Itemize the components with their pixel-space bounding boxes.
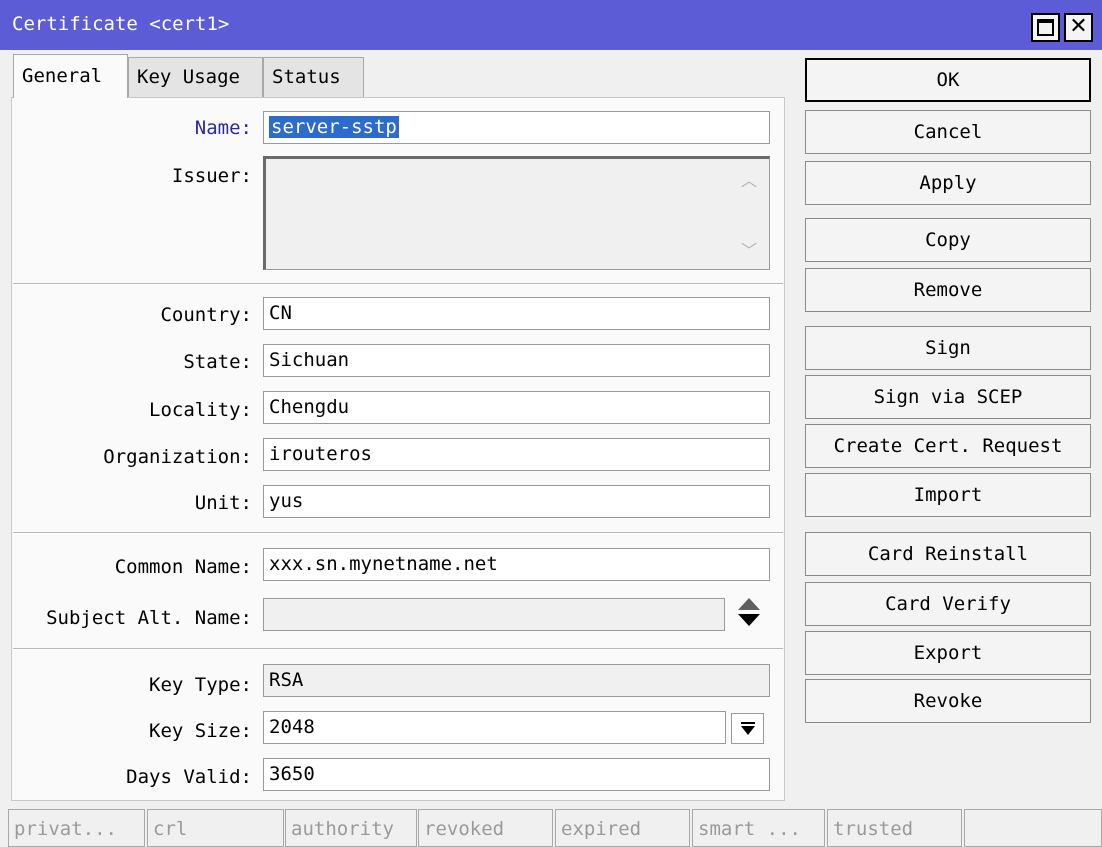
unit-field[interactable]: yus [263,485,770,518]
tab-label: Key Usage [137,66,240,88]
status-cell: privat... [8,809,145,847]
apply-button[interactable]: Apply [805,161,1091,205]
remove-button[interactable]: Remove [805,268,1091,312]
status-cell: expired [555,809,690,847]
country-field[interactable]: CN [263,297,770,330]
divider [13,532,783,534]
up-down-arrows-icon[interactable] [735,596,763,630]
close-icon[interactable]: ✕ [1064,13,1093,42]
status-cell: smart ... [692,809,825,847]
status-cell: authority [285,809,417,847]
issuer-label: Issuer: [171,165,252,187]
maximize-icon[interactable] [1031,13,1060,42]
revoke-button[interactable]: Revoke [805,679,1091,723]
subject-alt-name-label: Subject Alt. Name: [46,607,252,629]
cancel-button[interactable]: Cancel [805,110,1091,154]
tab-key-usage[interactable]: Key Usage [128,57,263,97]
locality-label: Locality: [149,399,252,421]
certificate-window: Certificate <cert1> ✕ General Key Usage … [0,0,1102,847]
locality-field[interactable]: Chengdu [263,391,770,424]
name-field[interactable]: server-sstp [263,111,770,144]
tab-general[interactable]: General [13,54,128,98]
country-label: Country: [160,304,252,326]
common-name-label: Common Name: [114,556,252,578]
tab-status[interactable]: Status [263,57,364,97]
create-cert-request-button[interactable]: Create Cert. Request [805,424,1091,468]
common-name-field[interactable]: xxx.sn.mynetname.net [263,548,770,581]
name-value: server-sstp [269,116,399,138]
key-size-label: Key Size: [149,720,252,742]
sign-via-scep-button[interactable]: Sign via SCEP [805,375,1091,419]
import-button[interactable]: Import [805,473,1091,517]
sign-button[interactable]: Sign [805,326,1091,370]
status-cell [964,809,1102,847]
days-valid-label: Days Valid: [126,766,252,788]
issuer-field[interactable]: ︿ ﹀ [263,156,770,270]
title-bar[interactable]: Certificate <cert1> ✕ [0,0,1102,50]
chevron-up-icon[interactable]: ︿ [741,167,757,191]
organization-field[interactable]: irouteros [263,438,770,471]
divider [13,648,783,650]
subject-alt-name-field[interactable] [263,598,725,631]
status-cell: crl [147,809,284,847]
days-valid-field[interactable]: 3650 [263,758,770,791]
key-type-field: RSA [263,664,770,697]
tab-label: Status [272,66,341,88]
card-reinstall-button[interactable]: Card Reinstall [805,532,1091,576]
tab-label: General [22,65,103,87]
status-cell: trusted [827,809,962,847]
chevron-down-icon[interactable]: ﹀ [741,237,757,261]
key-size-field[interactable]: 2048 [263,711,726,744]
state-label: State: [183,351,252,373]
copy-button[interactable]: Copy [805,218,1091,262]
key-type-label: Key Type: [149,674,252,696]
state-field[interactable]: Sichuan [263,344,770,377]
ok-button[interactable]: OK [805,58,1091,102]
export-button[interactable]: Export [805,631,1091,675]
window-title: Certificate <cert1> [12,13,230,35]
dropdown-arrow-icon[interactable] [731,713,764,744]
divider [13,283,783,285]
organization-label: Organization: [103,446,252,468]
status-cell: revoked [418,809,553,847]
unit-label: Unit: [194,492,252,514]
name-label: Name: [194,117,252,139]
card-verify-button[interactable]: Card Verify [805,582,1091,626]
